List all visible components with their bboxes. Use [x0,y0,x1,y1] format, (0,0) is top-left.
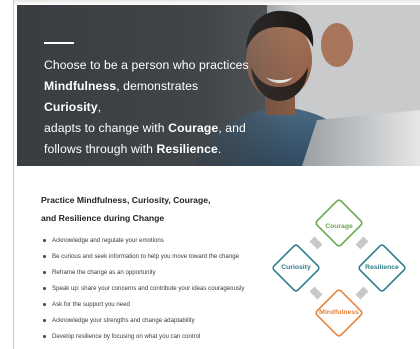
values-diamond-diagram: Courage Curiosity Resilience Mindfulness [264,196,414,346]
list-item: Speak up: share your concerns and contri… [41,284,256,293]
tips-list: Acknowledge and regulate your emotions B… [41,236,256,348]
section-title: Practice Mindfulness, Curiosity, Courage… [41,191,261,227]
hero-curiosity: Curiosity [44,100,98,114]
hero-mindfulness: Mindfulness [44,79,117,93]
hero-line-4-tail: . [217,142,222,156]
hero-line-3-tail: , and [218,121,246,135]
list-item: Be curious and seek information to help … [41,252,256,261]
hero-headline: Choose to be a person who practices Mind… [44,55,254,160]
section-title-line-2: and Resilience during Change [41,213,165,223]
connector-top-right [355,236,369,250]
hero-line-2-end: , [97,100,102,114]
hero-resilience: Resilience [156,142,218,156]
hero-line-3-head: adapts to change with [44,121,169,135]
list-item: Reframe the change as an opportunity [41,268,256,277]
hero-courage: Courage [168,121,219,135]
connector-bottom-right [355,286,369,300]
list-item: Ask for the support you need [41,300,256,309]
hero-line-2-tail: , demonstrates [116,79,199,93]
hero-accent-rule [44,42,74,44]
connector-top-left [309,236,323,250]
diamond-label-curiosity: Curiosity [281,264,311,271]
list-item: Develop resilience by focusing on what y… [41,332,256,341]
section-title-line-1: Practice Mindfulness, Curiosity, Courage… [41,195,211,205]
diamond-label-resilience: Resilience [365,264,399,271]
hero-line-1: Choose to be a person who practices [44,58,249,72]
hero-line-4-head: follows through with [44,142,157,156]
hero-banner: Choose to be a person who practices Mind… [17,5,420,166]
connector-bottom-left [309,286,323,300]
list-item: Acknowledge your strengths and change ad… [41,316,256,325]
diamond-label-courage: Courage [325,223,353,230]
document-page: Choose to be a person who practices Mind… [13,0,420,349]
diamond-label-mindfulness: Mindfulness [319,309,359,316]
list-item: Acknowledge and regulate your emotions [41,236,256,245]
